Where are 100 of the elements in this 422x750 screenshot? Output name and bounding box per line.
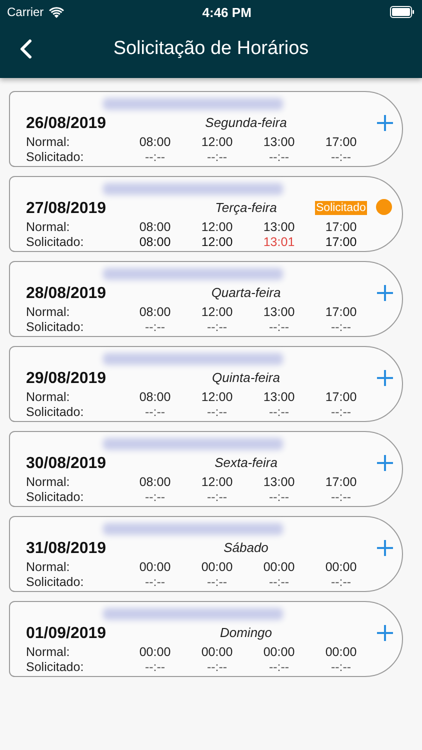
day-card[interactable]: 27/08/2019 Terça-feira Solicitado Normal: 08:00 12:00 13:00 17:00 Solicitado: 08:00 12:00 13:01 17:00: [9, 176, 403, 252]
row-label: Normal:: [26, 135, 71, 149]
time-text: 00:00: [262, 645, 296, 659]
weekday-text: Segunda-feira: [204, 115, 288, 130]
date-text: 31/08/2019: [26, 540, 108, 558]
time-text: 12:00: [200, 135, 234, 149]
status-time: 4:46 PM: [202, 4, 252, 20]
add-icon[interactable]: [376, 624, 394, 642]
weekday-text: Domingo: [218, 625, 274, 640]
time-text: --:--: [144, 150, 166, 164]
time-text: --:--: [144, 320, 166, 334]
weekday-text: Terça-feira: [214, 200, 278, 215]
date-text: 28/08/2019: [26, 285, 108, 303]
time-text: 00:00: [324, 645, 358, 659]
time-text: 13:00: [262, 220, 296, 234]
time-text: 00:00: [200, 560, 234, 574]
row-label: Normal:: [26, 475, 71, 489]
add-icon[interactable]: [376, 369, 394, 387]
time-text: 08:00: [138, 390, 172, 404]
battery-icon: [390, 6, 415, 18]
time-text: 12:00: [200, 305, 234, 319]
time-text: 17:00: [324, 305, 358, 319]
screen-title: Solicitação de Horários: [113, 38, 309, 60]
time-text: --:--: [268, 320, 290, 334]
time-text: 00:00: [200, 645, 234, 659]
time-text: 08:00: [138, 135, 172, 149]
time-text: 13:01: [262, 235, 296, 249]
time-text: 08:00: [138, 305, 172, 319]
time-text: 17:00: [324, 235, 358, 249]
row-label: Solicitado:: [26, 575, 85, 589]
time-text: --:--: [206, 405, 228, 419]
time-text: 17:00: [324, 390, 358, 404]
time-text: --:--: [144, 490, 166, 504]
time-text: --:--: [206, 320, 228, 334]
day-card[interactable]: 26/08/2019 Segunda-feira Normal: 08:00 12:00 13:00 17:00 Solicitado: --:-- --:-- --:-- --:--: [9, 91, 403, 167]
date-text: 30/08/2019: [26, 455, 108, 473]
weekday-text: Sexta-feira: [214, 455, 278, 470]
time-text: 13:00: [262, 135, 296, 149]
time-text: 00:00: [138, 560, 172, 574]
time-text: --:--: [144, 660, 166, 674]
time-text: --:--: [144, 575, 166, 589]
day-card[interactable]: 29/08/2019 Quinta-feira Normal: 08:00 12:00 13:00 17:00 Solicitado: --:-- --:-- --:-- --:--: [9, 346, 403, 422]
weekday-text: Quinta-feira: [211, 370, 281, 385]
time-text: 17:00: [324, 135, 358, 149]
status-badge: Solicitado: [315, 201, 367, 215]
carrier-name: Carrier: [7, 5, 44, 19]
time-text: 13:00: [262, 475, 296, 489]
row-label: Solicitado:: [26, 235, 85, 249]
row-label: Normal:: [26, 645, 71, 659]
time-text: --:--: [268, 660, 290, 674]
row-label: Solicitado:: [26, 490, 85, 504]
row-label: Normal:: [26, 560, 71, 574]
time-text: 13:00: [262, 390, 296, 404]
time-text: --:--: [268, 405, 290, 419]
date-text: 01/09/2019: [26, 625, 108, 643]
back-button[interactable]: [20, 39, 32, 59]
add-icon[interactable]: [376, 114, 394, 132]
row-label: Solicitado:: [26, 405, 85, 419]
day-card[interactable]: 01/09/2019 Domingo Normal: 00:00 00:00 00:00 00:00 Solicitado: --:-- --:-- --:-- --:--: [9, 601, 403, 677]
time-text: --:--: [268, 490, 290, 504]
time-text: --:--: [206, 660, 228, 674]
time-text: 17:00: [324, 220, 358, 234]
time-text: --:--: [206, 150, 228, 164]
row-label: Solicitado:: [26, 150, 85, 164]
time-text: 17:00: [324, 475, 358, 489]
status-dot: [376, 199, 392, 215]
row-label: Normal:: [26, 390, 71, 404]
time-text: 00:00: [262, 560, 296, 574]
add-icon[interactable]: [376, 539, 394, 557]
time-text: --:--: [268, 150, 290, 164]
add-icon[interactable]: [376, 454, 394, 472]
time-text: --:--: [144, 405, 166, 419]
weekday-text: Sábado: [222, 540, 270, 555]
day-card[interactable]: 30/08/2019 Sexta-feira Normal: 08:00 12:00 13:00 17:00 Solicitado: --:-- --:-- --:-- --:--: [9, 431, 403, 507]
time-text: --:--: [330, 150, 352, 164]
date-text: 27/08/2019: [26, 200, 108, 218]
row-label: Normal:: [26, 305, 71, 319]
weekday-text: Quarta-feira: [210, 285, 282, 300]
wifi-icon: [48, 6, 64, 18]
time-text: 08:00: [138, 235, 172, 249]
time-text: 13:00: [262, 305, 296, 319]
date-text: 26/08/2019: [26, 115, 108, 133]
time-text: 08:00: [138, 220, 172, 234]
time-text: --:--: [330, 320, 352, 334]
row-label: Normal:: [26, 220, 71, 234]
add-icon[interactable]: [376, 284, 394, 302]
time-text: --:--: [330, 490, 352, 504]
time-text: 08:00: [138, 475, 172, 489]
time-text: 12:00: [200, 235, 234, 249]
time-text: 12:00: [200, 220, 234, 234]
day-card[interactable]: 31/08/2019 Sábado Normal: 00:00 00:00 00:00 00:00 Solicitado: --:-- --:-- --:-- --:--: [9, 516, 403, 592]
time-text: --:--: [330, 405, 352, 419]
row-label: Solicitado:: [26, 660, 85, 674]
day-card[interactable]: 28/08/2019 Quarta-feira Normal: 08:00 12:00 13:00 17:00 Solicitado: --:-- --:-- --:-- --:--: [9, 261, 403, 337]
time-text: 00:00: [324, 560, 358, 574]
date-text: 29/08/2019: [26, 370, 108, 388]
time-text: --:--: [330, 575, 352, 589]
time-text: 00:00: [138, 645, 172, 659]
time-text: 12:00: [200, 475, 234, 489]
time-text: 12:00: [200, 390, 234, 404]
